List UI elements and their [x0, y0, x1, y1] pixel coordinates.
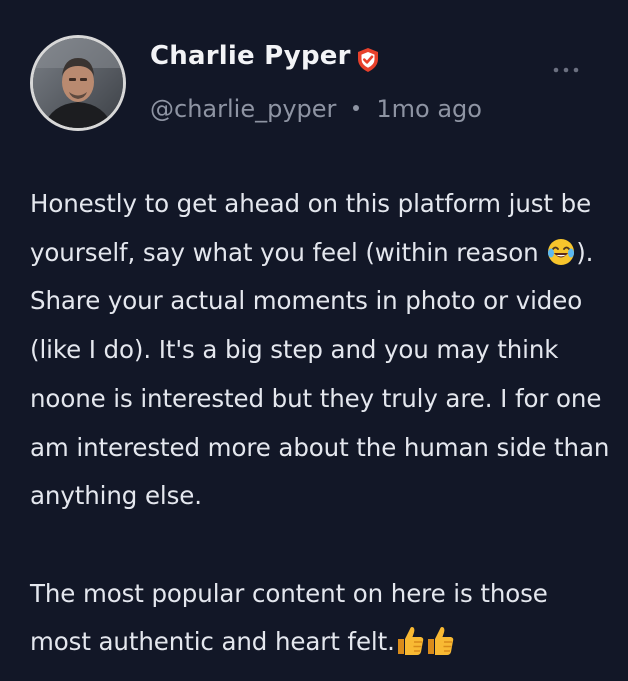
- post-time[interactable]: 1mo ago: [376, 95, 482, 123]
- more-horizontal-icon[interactable]: [551, 62, 581, 78]
- thumbs-up-icon: [427, 627, 454, 656]
- post-text-part2: ). Share your actual moments in photo or…: [30, 237, 610, 511]
- author-handle[interactable]: @charlie_pyper: [150, 95, 336, 123]
- post-card: Charlie Pyper @charlie_pyper 1mo ago Hone…: [0, 0, 628, 681]
- author-name[interactable]: Charlie Pyper: [150, 41, 351, 71]
- post-body: Honestly to get ahead on this platform j…: [30, 180, 610, 667]
- avatar-photo: [33, 38, 123, 128]
- post-text-paragraph2: The most popular content on here is thos…: [30, 578, 548, 657]
- shield-check-icon: [358, 48, 378, 72]
- face-with-tears-of-joy-icon: [548, 238, 575, 265]
- thumbs-up-icon: [397, 627, 424, 656]
- author-meta: @charlie_pyper 1mo ago: [150, 95, 482, 123]
- post-text-part1: Honestly to get ahead on this platform j…: [30, 189, 592, 267]
- separator-dot: [353, 105, 360, 111]
- avatar[interactable]: [30, 35, 126, 131]
